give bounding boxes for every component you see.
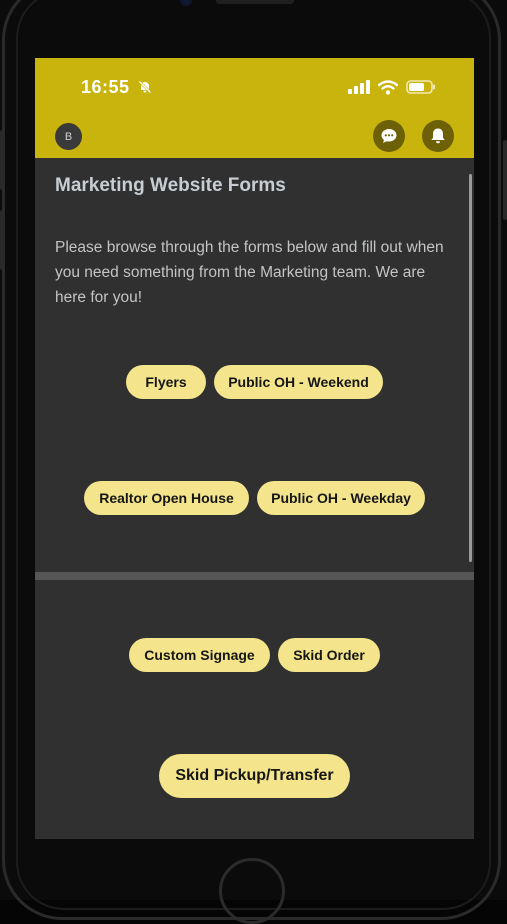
wifi-icon xyxy=(378,79,398,95)
custom-signage-form-button[interactable]: Custom Signage xyxy=(129,638,270,672)
intro-text: Please browse through the forms below an… xyxy=(55,239,444,306)
home-button[interactable] xyxy=(219,858,285,924)
app-header: 16:55 B xyxy=(35,58,474,158)
section-divider xyxy=(35,572,474,580)
page-title: Marketing Website Forms xyxy=(55,175,286,196)
flyers-form-button[interactable]: Flyers xyxy=(126,365,206,399)
battery-icon xyxy=(406,80,435,94)
power-button xyxy=(503,140,507,220)
skid-pickup-transfer-form-button[interactable]: Skid Pickup/Transfer xyxy=(159,754,350,798)
skid-order-form-button[interactable]: Skid Order xyxy=(278,638,380,672)
chat-button[interactable] xyxy=(373,120,405,152)
volume-up-button xyxy=(0,130,4,190)
status-time: 16:55 xyxy=(81,77,130,97)
public-oh-weekend-form-button[interactable]: Public OH - Weekend xyxy=(214,365,383,399)
phone-device: 16:55 B Marketing Website Forms Please b… xyxy=(0,0,507,924)
signal-icon xyxy=(348,80,370,94)
bell-slash-icon xyxy=(138,80,152,94)
scrollbar[interactable] xyxy=(469,174,472,562)
realtor-open-house-form-button[interactable]: Realtor Open House xyxy=(84,481,249,515)
app-screen: 16:55 B Marketing Website Forms Please b… xyxy=(35,58,474,839)
notifications-button[interactable] xyxy=(422,120,454,152)
chat-icon xyxy=(381,129,397,143)
notification-bell-icon xyxy=(431,128,445,144)
earpiece-speaker xyxy=(216,0,294,4)
avatar-initial: B xyxy=(64,130,73,143)
user-avatar[interactable]: B xyxy=(55,123,82,150)
volume-down-button xyxy=(0,210,4,270)
status-icons xyxy=(348,79,436,95)
public-oh-weekday-form-button[interactable]: Public OH - Weekday xyxy=(257,481,425,515)
